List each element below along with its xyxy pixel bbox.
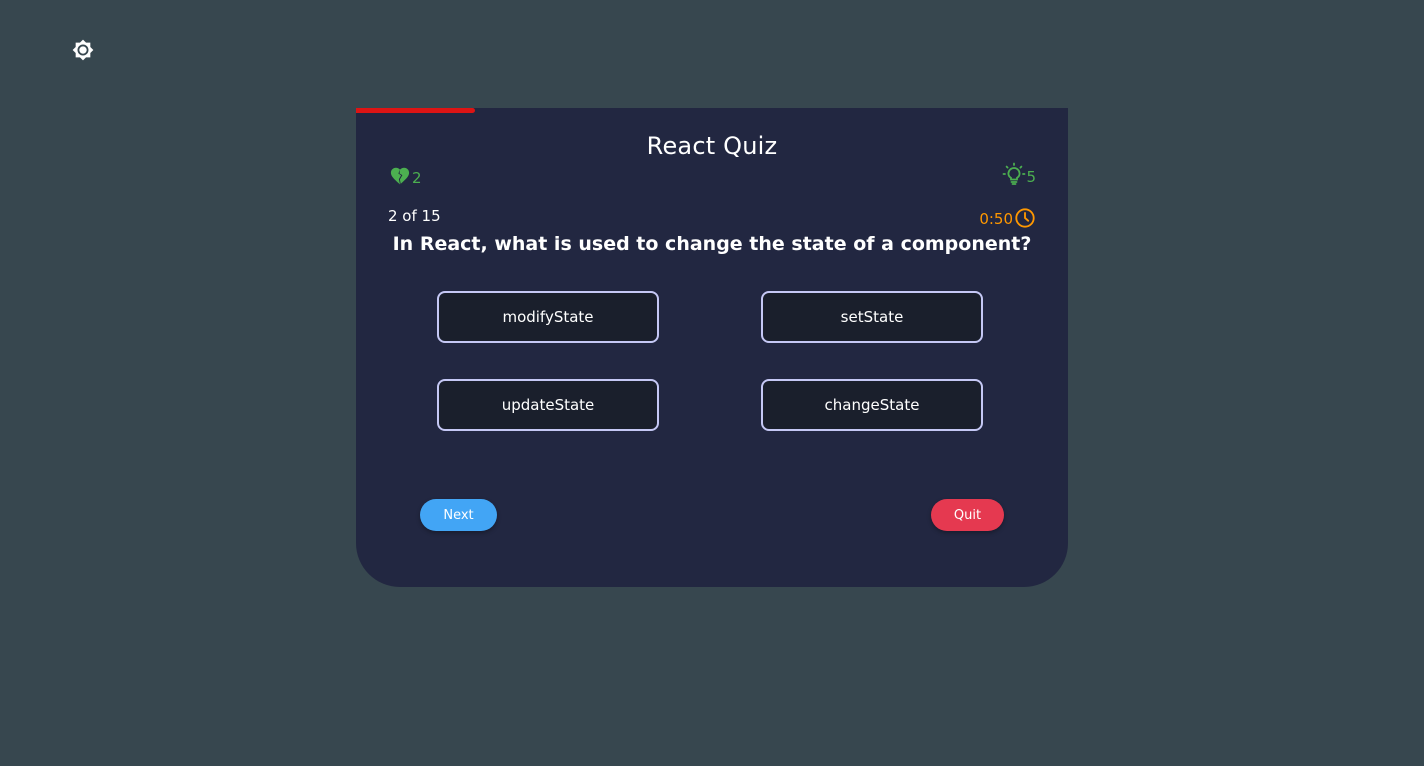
timer-value: 0:50 [979,210,1013,228]
answer-option[interactable]: changeState [761,379,983,431]
clock-icon [1014,207,1036,229]
question-counter: 2 of 15 [388,207,441,225]
theme-toggle-button[interactable] [72,39,94,61]
timer: 0:50 [979,207,1036,229]
sun-icon [72,39,94,61]
quit-button[interactable]: Quit [931,499,1004,531]
hints-count: 5 [1026,168,1036,186]
answer-option[interactable]: setState [761,291,983,343]
heart-half-icon [389,165,412,185]
answer-option[interactable]: updateState [437,379,659,431]
lightbulb-icon [1002,162,1026,186]
lives-indicator: 2 [389,163,422,187]
next-button[interactable]: Next [420,499,497,531]
quiz-title: React Quiz [646,132,778,160]
progress-bar [356,108,475,113]
lives-count: 2 [412,169,422,187]
hints-indicator[interactable]: 5 [1002,162,1036,186]
question-text: In React, what is used to change the sta… [392,233,1032,255]
quiz-card: React Quiz 2 5 2 of 15 0:50 In React, wh… [356,108,1068,587]
answer-option[interactable]: modifyState [437,291,659,343]
